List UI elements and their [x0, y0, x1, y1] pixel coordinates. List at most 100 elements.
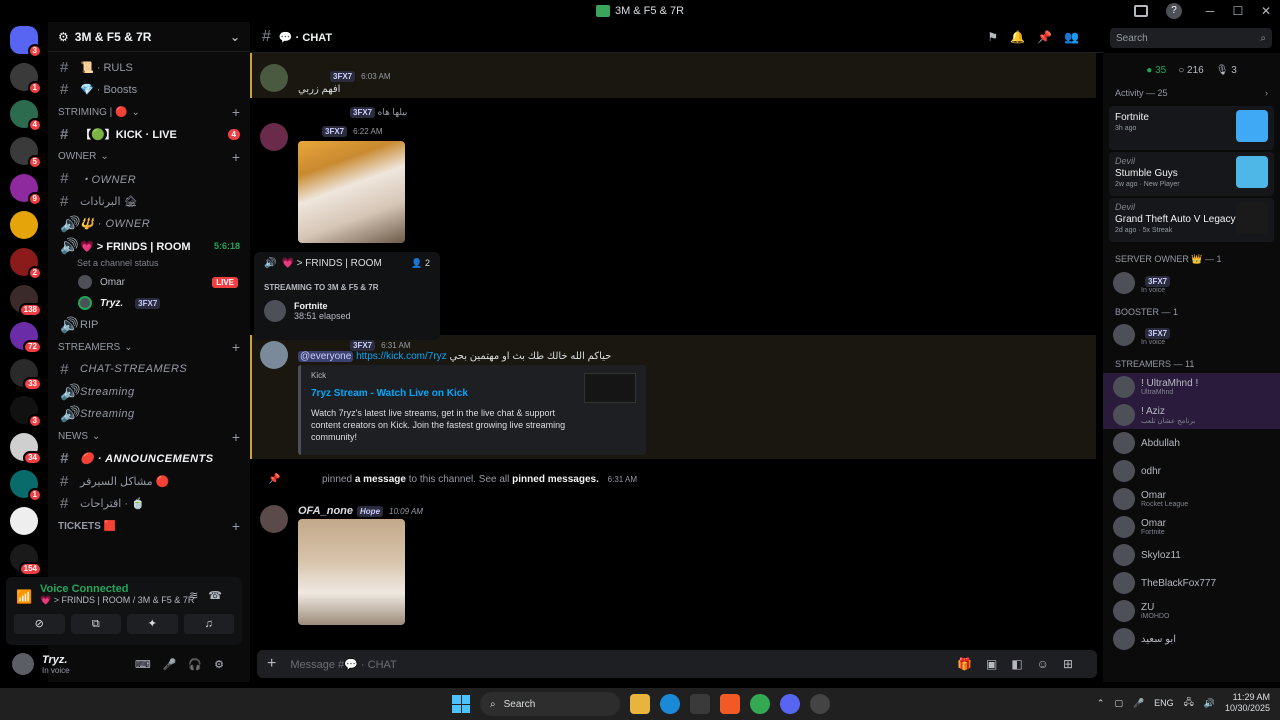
avatar[interactable] [260, 341, 288, 369]
add-channel-icon[interactable]: + [232, 518, 240, 534]
gif-icon[interactable]: ▣ [986, 657, 1011, 671]
activity-card[interactable]: Fortnite 3h ago [1109, 106, 1274, 150]
server-icon[interactable]: 4 [10, 100, 42, 132]
network-icon[interactable]: 🖧 [1184, 695, 1194, 711]
activity-card[interactable]: Devil Stumble Guys 2w ago · New Player [1109, 152, 1274, 196]
server-icon[interactable]: 1 [10, 470, 42, 502]
soundboard-button[interactable]: ♫ [183, 614, 234, 634]
discord-taskbar-icon[interactable] [780, 694, 800, 714]
avatar[interactable] [12, 653, 34, 675]
volume-icon[interactable]: 🔊 [1204, 698, 1215, 709]
member-item[interactable]: TheBlackFox777 [1103, 569, 1280, 597]
store-icon[interactable] [690, 694, 710, 714]
chevron-up-icon[interactable]: ⌃ [1097, 698, 1105, 709]
server-icon[interactable]: 33 [10, 359, 42, 391]
windows-start-icon[interactable] [452, 695, 470, 713]
mic-icon[interactable]: 🎤 [163, 659, 189, 671]
disconnect-icon[interactable]: ☎ [208, 590, 232, 602]
channel-arabic-1[interactable]: # البرنادات 🏚 [48, 190, 250, 213]
embed-thumbnail[interactable] [584, 373, 636, 403]
language-indicator[interactable]: ENG [1154, 698, 1174, 708]
message-composer[interactable]: + Message #💬 · CHAT 🎁▣◧☺⊞ [257, 650, 1097, 678]
channel-boosts[interactable]: # 💎 · Boosts [48, 79, 250, 102]
member-item[interactable]: ZU iMOHDO [1103, 597, 1280, 625]
category-tickets[interactable]: TICKETS 🟥 + [48, 515, 250, 537]
avatar[interactable] [260, 123, 288, 151]
server-icon[interactable] [10, 507, 38, 535]
chrome-icon[interactable] [750, 694, 770, 714]
pinned-message-link[interactable]: a message [355, 474, 406, 485]
server-icon[interactable]: 138 [10, 285, 42, 317]
voice-channel-streaming-2[interactable]: 🔊 Streaming [48, 403, 250, 426]
message-author[interactable]: 3FX7 6:22 AM [318, 125, 382, 137]
file-explorer-icon[interactable] [630, 694, 650, 714]
member-item[interactable]: Skyloz11 [1103, 541, 1280, 569]
add-channel-icon[interactable]: + [232, 149, 240, 165]
camera-button[interactable]: ⊘ [14, 614, 65, 634]
activity-card[interactable]: Devil Grand Theft Auto V Legacy 2d ago · 5… [1109, 198, 1274, 242]
avatar[interactable] [260, 64, 288, 92]
message-author[interactable]: 3FX7 6:31 AM [346, 339, 410, 351]
member-item[interactable]: ! Aziz برنامج عشان تلعب [1103, 401, 1280, 429]
add-attachment-icon[interactable]: + [267, 655, 276, 673]
sticker-icon[interactable]: ◧ [1011, 657, 1036, 671]
server-icon[interactable] [10, 211, 38, 239]
member-item[interactable]: Abdullah [1103, 429, 1280, 457]
member-booster[interactable]: 3FX7 In voice [1103, 321, 1280, 349]
inbox-icon[interactable] [1134, 5, 1148, 17]
taskbar-search[interactable]: ⌕ Search [480, 692, 620, 716]
pin-icon[interactable]: 📌 [1037, 30, 1064, 44]
image-attachment[interactable] [298, 141, 405, 243]
close-button[interactable]: ✕ [1252, 4, 1280, 18]
channel-kick-live[interactable]: # 【🟢】KICK · LIVE 4 [48, 123, 250, 146]
channel-arabic-2[interactable]: # مشاكل السيرفر 🔴 [48, 470, 250, 493]
category-streaming[interactable]: STRIMING | 🔴 ⌄ + [48, 101, 250, 123]
channel-chat-streamers[interactable]: # CHAT-STREAMERS [48, 358, 250, 381]
add-channel-icon[interactable]: + [232, 104, 240, 120]
member-list-icon[interactable]: 👥 [1064, 30, 1091, 44]
brave-icon[interactable] [720, 694, 740, 714]
voice-channel-streaming-1[interactable]: 🔊 Streaming [48, 381, 250, 404]
activity-header[interactable]: Activity — 25 › [1103, 82, 1280, 104]
channel-owner[interactable]: # ・OWNER [48, 168, 250, 191]
voice-channel-owner[interactable]: 🔊 🔱 · OWNER [48, 213, 250, 236]
channel-announcements[interactable]: # 🔴 · ANNOUNCEMENTS [48, 448, 250, 471]
add-channel-icon[interactable]: + [232, 339, 240, 355]
maximize-button[interactable]: ☐ [1224, 4, 1252, 18]
category-news[interactable]: News ⌄ + [48, 426, 250, 448]
edge-icon[interactable] [660, 694, 680, 714]
reply-preview[interactable]: 3FX7 بيلها هاه [346, 107, 407, 118]
voice-user-omar[interactable]: Omar LIVE [48, 272, 250, 293]
member-item[interactable]: ! UltraMhnd ! UltraMhnd [1103, 373, 1280, 401]
app-icon[interactable] [810, 694, 830, 714]
guild-header[interactable]: ⚙ 3M & F5 & 7R ⌄ [48, 22, 250, 52]
minimize-button[interactable]: ─ [1196, 4, 1224, 18]
voice-user-tryz[interactable]: Tryz. 3FX7 [48, 293, 250, 314]
message-author[interactable]: OFA_none Hope 10:09 AM [298, 505, 423, 517]
voice-channel-friends[interactable]: 🔊 💗 > FRINDS | ROOM 5:6:18 [48, 235, 250, 258]
image-attachment[interactable] [298, 519, 405, 625]
apps-icon[interactable]: ⊞ [1063, 657, 1087, 671]
server-icon[interactable]: 3 [10, 26, 42, 58]
bell-icon[interactable]: 🔔 [1010, 30, 1037, 44]
avatar[interactable] [260, 505, 288, 533]
member-owner[interactable]: 3FX7 In voice [1103, 269, 1280, 297]
server-icon[interactable]: 34 [10, 433, 42, 465]
server-icon[interactable]: 1 [10, 63, 42, 95]
help-icon[interactable]: ? [1166, 3, 1182, 19]
member-item[interactable]: Omar Rocket League [1103, 485, 1280, 513]
channel-arabic-3[interactable]: # اقتراحات · 🍵 [48, 493, 250, 516]
server-icon[interactable]: 154 [10, 544, 42, 576]
server-icon[interactable]: 5 [10, 137, 42, 169]
headphones-icon[interactable]: 🎧 [188, 659, 214, 671]
threads-icon[interactable]: ⚑ [987, 30, 1010, 44]
server-icon[interactable]: 72 [10, 322, 42, 354]
category-owner[interactable]: owner ⌄ + [48, 146, 250, 168]
mic-icon[interactable]: 🎤 [1133, 698, 1144, 709]
channel-status[interactable]: Set a channel status [48, 258, 250, 272]
clock[interactable]: 11:29 AM 10/30/2025 [1225, 692, 1270, 714]
everyone-mention[interactable]: @everyone [298, 351, 354, 362]
gamepad-icon[interactable]: ⌨ [135, 659, 163, 671]
member-item[interactable]: odhr [1103, 457, 1280, 485]
channel-ruls[interactable]: # 📜 · RULS [48, 56, 250, 79]
